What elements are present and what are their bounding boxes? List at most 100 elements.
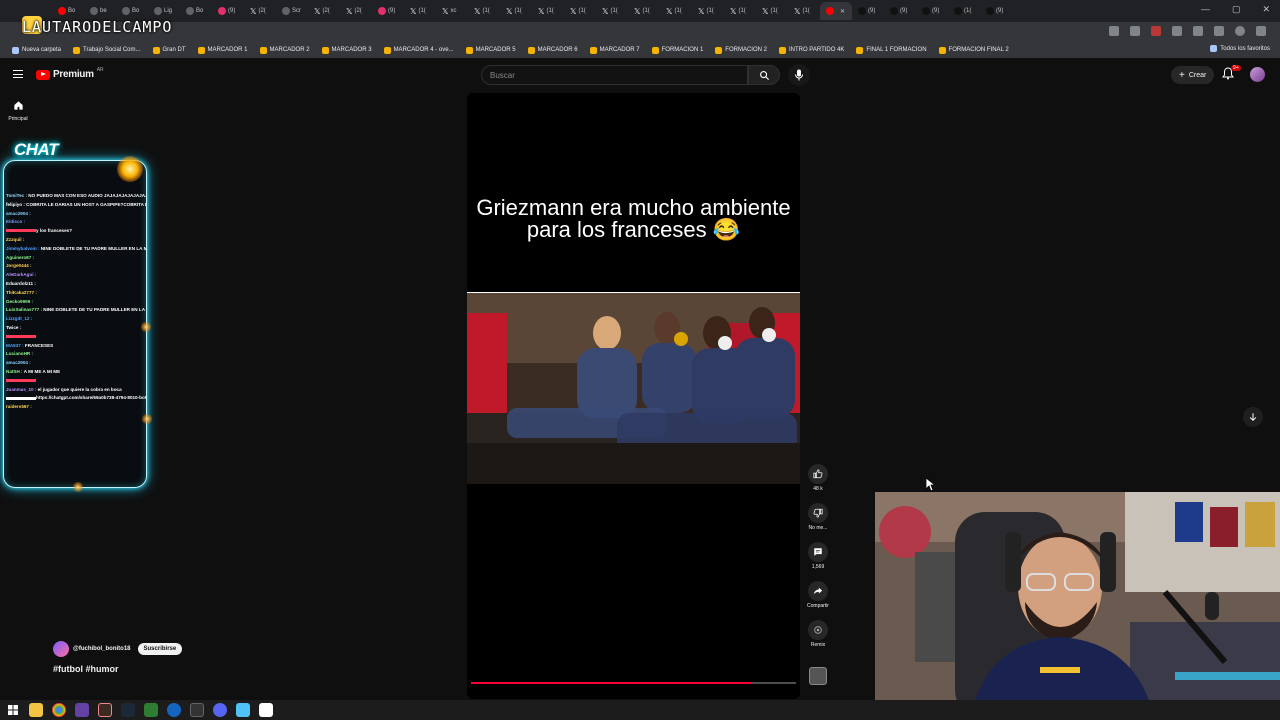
cast-icon[interactable] (1109, 26, 1119, 36)
bookmark-item[interactable]: MARCADOR 1 (192, 46, 254, 54)
channel-avatar[interactable] (53, 641, 69, 657)
browser-tab[interactable]: 𝕏 (2( (340, 2, 372, 20)
remix-button[interactable]: Remix (806, 620, 830, 659)
bookmark-item[interactable]: MARCADOR 2 (254, 46, 316, 54)
comments-button[interactable]: 1,569 (806, 542, 830, 581)
browser-tab[interactable]: Bo (180, 2, 212, 20)
browser-tab[interactable]: 𝕏 (1( (404, 2, 436, 20)
channel-name[interactable]: @fuchibol_bonito18 (73, 646, 131, 652)
stream-app-icon[interactable] (98, 703, 112, 717)
obs-icon[interactable] (190, 703, 204, 717)
app-icon[interactable] (236, 703, 250, 717)
bookmark-item[interactable]: INTRO PARTIDO 4K (773, 46, 850, 54)
search-icon (759, 70, 769, 80)
twitch-icon[interactable] (75, 703, 89, 717)
close-window-icon[interactable]: ✕ (1262, 4, 1270, 15)
dislike-button[interactable]: No me... (806, 503, 830, 542)
sidebar-icon[interactable] (1214, 26, 1224, 36)
profile-icon[interactable] (1235, 26, 1245, 36)
browser-tab[interactable]: (1( (948, 2, 980, 20)
search-input[interactable]: Buscar (481, 65, 748, 85)
bookmark-item[interactable]: Trabajo Social Com... (67, 46, 146, 54)
like-button[interactable]: 48 k (806, 464, 830, 503)
subscribe-button[interactable]: Suscribirse (137, 643, 183, 655)
browser-tab[interactable]: 𝕏 (1( (500, 2, 532, 20)
browser-tab[interactable]: Scr (276, 2, 308, 20)
chat-message: felipiyo : COBRITA LE DARIAS UN HOST A G… (6, 201, 146, 210)
app-icon[interactable] (144, 703, 158, 717)
chat-message-text: A MI ME A MI ME (23, 368, 61, 374)
steam-icon[interactable] (121, 703, 135, 717)
extension-icon[interactable] (1172, 26, 1182, 36)
browser-tab[interactable]: 𝕏 (1( (564, 2, 596, 20)
browser-tab[interactable]: 𝕏 (1( (660, 2, 692, 20)
all-bookmarks[interactable]: Todos los favoritos (1210, 45, 1270, 52)
browser-tab[interactable]: 𝕏 (1( (628, 2, 660, 20)
video-hashtags[interactable]: #futbol #humor (53, 664, 119, 674)
bookmark-item[interactable]: MARCADOR 7 (584, 46, 646, 54)
browser-tab[interactable]: 𝕏 (1( (468, 2, 500, 20)
extension-icon[interactable] (1151, 26, 1161, 36)
bookmark-item[interactable]: FORMACION 1 (646, 46, 710, 54)
browser-tab[interactable]: 𝕏 (1( (596, 2, 628, 20)
x-favicon-icon: 𝕏 (410, 6, 417, 16)
close-tab-icon[interactable]: ✕ (840, 8, 845, 15)
browser-tab[interactable]: 𝕏xc (436, 2, 468, 20)
browser-tab[interactable]: 𝕏 (2( (308, 2, 340, 20)
bookmark-item[interactable]: FORMACION 2 (709, 46, 773, 54)
browser-tab[interactable]: (9) (916, 2, 948, 20)
microphone-icon (795, 69, 803, 81)
windows-taskbar (0, 700, 1280, 720)
create-button[interactable]: + Crear (1171, 66, 1215, 84)
browser-tab[interactable]: 𝕏 (1( (692, 2, 724, 20)
maximize-icon[interactable]: ▢ (1232, 4, 1241, 15)
browser-tab[interactable]: 𝕏 (1( (756, 2, 788, 20)
notepad-icon[interactable] (259, 703, 273, 717)
bookmark-item[interactable]: MARCADOR 3 (316, 46, 378, 54)
bookmark-item[interactable]: FORMACION FINAL 2 (933, 46, 1015, 54)
shorts-player[interactable]: Griezmann era mucho ambiente para los fr… (467, 93, 800, 699)
x-favicon-icon: 𝕏 (506, 6, 513, 16)
bookmark-item[interactable]: Nueva carpeta (6, 46, 67, 54)
browser-tab[interactable]: ✕ (820, 2, 852, 20)
browser-tab[interactable]: (9) (212, 2, 244, 20)
browser-tab[interactable]: 𝕏 (1( (788, 2, 820, 20)
browser-tab[interactable]: (9) (852, 2, 884, 20)
file-explorer-icon[interactable] (29, 703, 43, 717)
voice-search-button[interactable] (788, 64, 810, 86)
youtube-logo[interactable]: Premium AR (36, 67, 104, 80)
browser-app-icon[interactable] (167, 703, 181, 717)
browser-menu-icon[interactable] (1256, 26, 1266, 36)
search-button[interactable] (748, 65, 780, 85)
tab-label: (9) (388, 8, 396, 14)
bookmark-item[interactable]: MARCADOR 4 - ove... (378, 46, 460, 54)
chrome-icon[interactable] (52, 703, 66, 717)
windows-start-icon[interactable] (6, 703, 20, 717)
bookmark-item[interactable]: FINAL 1 FORMACION (850, 46, 932, 54)
browser-tab[interactable]: (9) (980, 2, 1012, 20)
menu-icon[interactable] (13, 70, 23, 78)
spark-decoration (73, 482, 83, 492)
bookmark-star-icon[interactable] (1130, 26, 1140, 36)
browser-tab[interactable]: 𝕏 (1( (532, 2, 564, 20)
discord-icon[interactable] (213, 703, 227, 717)
browser-tab[interactable]: 𝕏 (1( (724, 2, 756, 20)
browser-tab[interactable]: 𝕏 (2( (244, 2, 276, 20)
chat-message-text: NINE DOBLETE DE TU PADRE MULLER EN LA ML… (40, 245, 146, 251)
bookmark-item[interactable]: Gran DT (147, 46, 192, 54)
browser-tab[interactable]: (9) (884, 2, 916, 20)
browser-tab[interactable]: (9) (372, 2, 404, 20)
sidebar-item-home[interactable]: Principal (6, 98, 30, 122)
minimize-icon[interactable]: — (1201, 4, 1210, 15)
next-short-button[interactable] (1243, 407, 1263, 427)
account-avatar[interactable] (1250, 67, 1265, 82)
bookmark-item[interactable]: MARCADOR 5 (460, 46, 522, 54)
globe-favicon-icon (186, 7, 194, 15)
share-button[interactable]: Compartir (806, 581, 830, 620)
stream-title: LAUTARODELCAMPO (22, 18, 173, 36)
chat-message: Gecko9999 : (6, 298, 146, 307)
extensions-puzzle-icon[interactable] (1193, 26, 1203, 36)
bookmark-item[interactable]: MARCADOR 6 (522, 46, 584, 54)
video-progress-bar[interactable] (471, 682, 796, 684)
audio-track-thumbnail[interactable] (809, 667, 827, 685)
